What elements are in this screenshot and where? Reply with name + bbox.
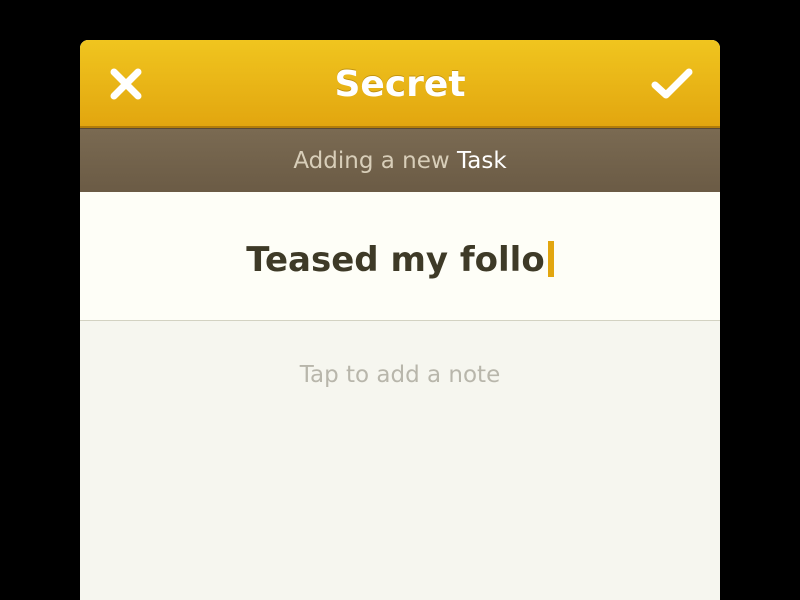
task-title-input[interactable]: Teased my follo xyxy=(80,240,720,280)
header-bar: Secret xyxy=(80,40,720,128)
mode-prefix: Adding a new xyxy=(293,148,450,174)
mode-banner: Adding a new Task xyxy=(80,128,720,192)
page-title: Secret xyxy=(334,64,466,105)
task-title-text: Teased my follo xyxy=(246,240,545,280)
task-title-area: Teased my follo xyxy=(80,192,720,321)
text-caret xyxy=(547,241,554,277)
task-editor-screen: Secret Adding a new Task Teased my follo… xyxy=(80,40,720,600)
confirm-button[interactable] xyxy=(648,64,696,104)
checkmark-icon xyxy=(651,68,693,99)
add-note-field[interactable]: Tap to add a note xyxy=(80,362,720,388)
mode-entity: Task xyxy=(457,148,507,174)
